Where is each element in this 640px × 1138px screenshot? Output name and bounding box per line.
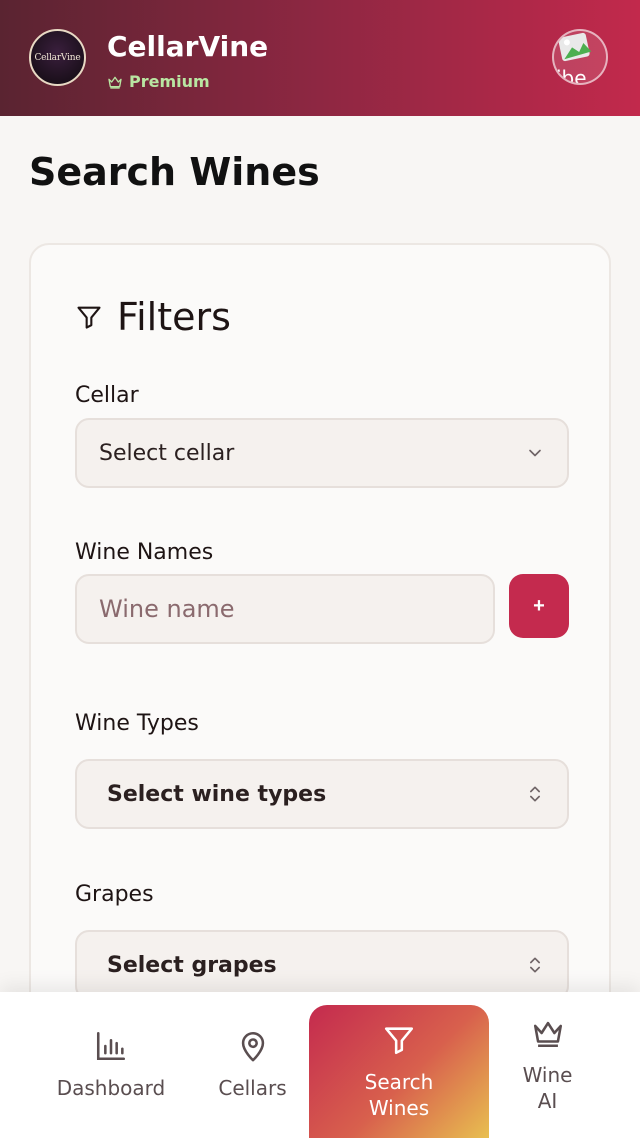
nav-item-cellars[interactable]: Cellars xyxy=(200,992,305,1138)
nav-item-wine-ai[interactable]: Wine AI xyxy=(505,992,590,1138)
cellar-label: Cellar xyxy=(75,383,139,408)
chevron-down-icon xyxy=(529,449,541,457)
app-header: CellarVine CellarVine Premium ibe xyxy=(0,0,640,116)
wine-names-label: Wine Names xyxy=(75,540,214,565)
filters-title: Filters xyxy=(117,295,231,339)
crown-icon xyxy=(533,1021,562,1048)
logo-text: CellarVine xyxy=(34,52,81,63)
nav-label-search-wines: Search Wines xyxy=(364,1069,434,1120)
chevron-up-down-icon xyxy=(530,786,540,802)
wine-types-select[interactable]: Select wine types xyxy=(75,759,569,829)
filter-icon xyxy=(384,1026,414,1054)
cellar-select[interactable]: Select cellar xyxy=(75,418,569,488)
wine-name-input[interactable] xyxy=(75,574,495,644)
avatar-alt-text: ibe xyxy=(556,66,587,85)
app-title: CellarVine xyxy=(107,30,269,63)
chevron-up-down-icon xyxy=(530,957,540,973)
filters-header: Filters xyxy=(75,295,231,339)
premium-label: Premium xyxy=(129,72,210,91)
grapes-select-value: Select grapes xyxy=(107,952,277,978)
add-wine-name-button[interactable]: + xyxy=(509,574,569,638)
nav-label-cellars: Cellars xyxy=(218,1076,287,1100)
page-title: Search Wines xyxy=(29,150,320,194)
app-logo[interactable]: CellarVine xyxy=(29,29,86,86)
grapes-select[interactable]: Select grapes xyxy=(75,930,569,1000)
crown-icon xyxy=(108,76,122,89)
wine-types-label: Wine Types xyxy=(75,711,199,736)
bottom-nav: Dashboard Cellars Search Wines Wine AI xyxy=(0,992,640,1138)
broken-image-icon: ibe xyxy=(556,32,592,85)
filter-icon xyxy=(77,306,101,329)
user-avatar[interactable]: ibe xyxy=(552,29,608,85)
nav-label-wine-ai: Wine AI xyxy=(522,1063,573,1113)
cellar-select-value: Select cellar xyxy=(99,440,235,466)
wine-types-select-value: Select wine types xyxy=(107,781,327,807)
nav-item-dashboard[interactable]: Dashboard xyxy=(46,992,176,1138)
bar-chart-icon xyxy=(96,1031,126,1061)
filters-card: Filters Cellar Select cellar Wine Names … xyxy=(29,243,611,1063)
map-pin-icon xyxy=(241,1031,264,1062)
premium-badge: Premium xyxy=(107,72,210,91)
nav-label-dashboard: Dashboard xyxy=(56,1076,166,1100)
grapes-label: Grapes xyxy=(75,882,154,907)
nav-item-search-wines[interactable]: Search Wines xyxy=(309,1005,489,1138)
